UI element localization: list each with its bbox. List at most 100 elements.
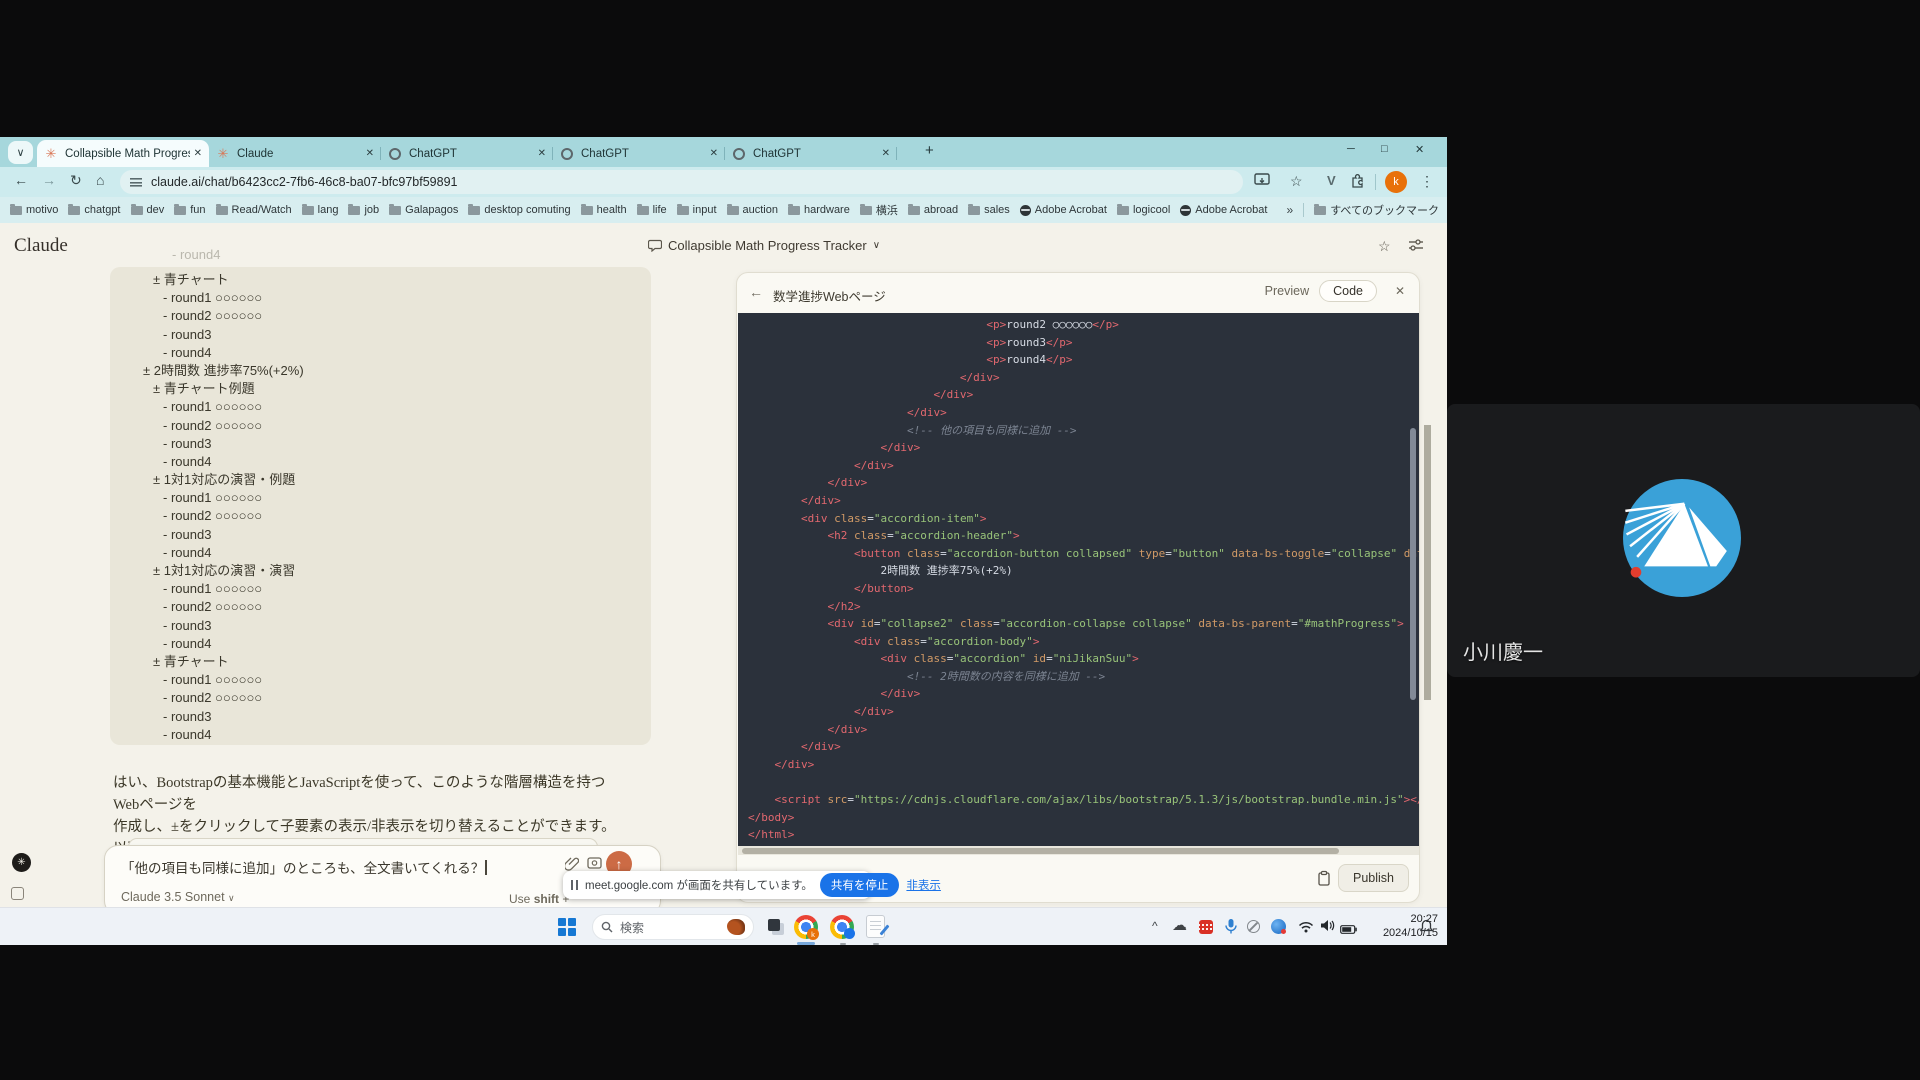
bookmark-item[interactable]: Adobe Acrobat xyxy=(1020,204,1107,216)
microphone-icon[interactable] xyxy=(1224,918,1238,940)
tab-close-icon[interactable]: ✕ xyxy=(366,148,374,159)
bookmark-item[interactable]: Adobe Acrobat xyxy=(1180,204,1267,216)
tab-preview[interactable]: Preview xyxy=(1255,280,1319,302)
claude-logo[interactable]: Claude xyxy=(14,235,68,257)
bookmark-item[interactable]: job xyxy=(348,204,379,216)
bookmark-item[interactable]: hardware xyxy=(788,204,850,216)
window-close-button[interactable]: ✕ xyxy=(1415,143,1424,156)
forward-button[interactable]: → xyxy=(42,172,56,188)
claude-spark-icon: ✳ xyxy=(218,147,229,161)
chat-title-dropdown[interactable]: Collapsible Math Progress Tracker ∨ xyxy=(648,238,880,253)
bookmark-item[interactable]: sales xyxy=(968,204,1010,216)
home-button[interactable]: ⌂ xyxy=(96,172,104,188)
bookmark-item[interactable]: Galapagos xyxy=(389,204,458,216)
tray-red-app-icon[interactable] xyxy=(1199,920,1213,934)
chrome-secondary-icon[interactable] xyxy=(830,915,854,939)
bookmark-item[interactable]: fun xyxy=(174,204,205,216)
kebab-menu-icon[interactable]: ⋮ xyxy=(1420,173,1434,190)
page-scrollbar[interactable] xyxy=(1424,425,1431,700)
claude-app-icon[interactable]: ✳ xyxy=(12,853,31,872)
tab-list: ✳Collapsible Math Progress Track✕✳Claude… xyxy=(37,140,897,167)
bookmark-item[interactable]: logicool xyxy=(1117,204,1170,216)
browser-tab[interactable]: ✳Collapsible Math Progress Track✕ xyxy=(37,140,209,167)
bookmark-star-icon[interactable]: ☆ xyxy=(1290,173,1303,190)
site-settings-icon[interactable] xyxy=(130,177,142,187)
bookmarks-overflow-icon[interactable]: » xyxy=(1287,203,1294,217)
browser-tab[interactable]: ChatGPT✕ xyxy=(553,140,725,167)
bookmark-item[interactable]: abroad xyxy=(908,204,958,216)
browser-tab[interactable]: ✳Claude✕ xyxy=(209,140,381,167)
start-button[interactable] xyxy=(558,918,576,936)
code-horizontal-scrollbar[interactable] xyxy=(738,846,1419,855)
folder-icon xyxy=(677,206,689,215)
browser-tab[interactable]: ChatGPT✕ xyxy=(725,140,897,167)
all-bookmarks-button[interactable]: すべてのブックマーク xyxy=(1314,202,1439,218)
tree-line: - round2 ○○○○○○ xyxy=(110,507,651,525)
publish-button[interactable]: Publish xyxy=(1338,864,1409,892)
bookmark-item[interactable]: auction xyxy=(727,204,778,216)
copy-icon[interactable] xyxy=(1317,870,1331,891)
tab-search-button[interactable]: ∨ xyxy=(8,141,33,164)
chrome-taskbar-icon[interactable]: k xyxy=(794,915,818,939)
wifi-icon[interactable] xyxy=(1298,920,1314,938)
code-line: </div> xyxy=(748,492,1419,510)
bookmark-item[interactable]: Read/Watch xyxy=(216,204,292,216)
bookmark-item[interactable]: input xyxy=(677,204,717,216)
keyboard-shortcut-icon[interactable] xyxy=(11,887,24,900)
tab-close-icon[interactable]: ✕ xyxy=(538,148,546,159)
tab-close-icon[interactable]: ✕ xyxy=(194,148,202,159)
code-vertical-scrollbar[interactable] xyxy=(1410,428,1416,700)
google-meet-stage: ∨ ✳Collapsible Math Progress Track✕✳Clau… xyxy=(0,0,1920,1080)
code-line: 2時間数 進捗率75%(+2%) xyxy=(748,562,1419,580)
speaker-icon[interactable] xyxy=(1320,919,1335,937)
bookmark-item[interactable]: motivo xyxy=(10,204,58,216)
new-tab-button[interactable]: + xyxy=(925,142,934,159)
window-maximize-button[interactable]: □ xyxy=(1381,143,1388,155)
scrollbar-thumb[interactable] xyxy=(742,848,1339,854)
search-icon xyxy=(601,921,613,933)
tree-line: - round3 xyxy=(110,708,651,726)
taskbar-search[interactable]: 検索 xyxy=(592,914,754,940)
tray-disabled-icon[interactable] xyxy=(1247,920,1260,933)
artifact-back-icon[interactable]: ← xyxy=(749,284,763,300)
pause-icon[interactable] xyxy=(571,880,578,890)
star-chat-icon[interactable]: ☆ xyxy=(1378,238,1391,255)
stop-sharing-button[interactable]: 共有を停止 xyxy=(820,873,900,897)
bookmark-item[interactable]: desktop comuting xyxy=(468,204,570,216)
sliders-icon[interactable] xyxy=(1408,238,1424,257)
notepad-taskbar-icon[interactable] xyxy=(866,915,885,938)
bookmark-item[interactable]: life xyxy=(637,204,667,216)
url-bar[interactable]: claude.ai/chat/b6423cc2-7fb6-46c8-ba07-b… xyxy=(120,170,1243,194)
browser-tab[interactable]: ChatGPT✕ xyxy=(381,140,553,167)
tab-code[interactable]: Code xyxy=(1319,280,1377,302)
extensions-puzzle-icon[interactable] xyxy=(1350,173,1365,193)
task-view-button[interactable] xyxy=(768,919,785,936)
profile-avatar[interactable]: k xyxy=(1385,171,1407,193)
bookmark-item[interactable]: dev xyxy=(131,204,165,216)
window-minimize-button[interactable]: ─ xyxy=(1347,143,1355,155)
code-editor[interactable]: <p>round2 ○○○○○○</p> <p>round3</p> <p>ro… xyxy=(738,313,1419,846)
code-line: <div class="accordion-body"> xyxy=(748,633,1419,651)
onedrive-cloud-icon[interactable]: ☁ xyxy=(1172,916,1187,934)
bookmark-label: motivo xyxy=(26,204,58,216)
tree-line: ± 青チャート xyxy=(110,653,651,671)
notification-bell-icon[interactable] xyxy=(1420,919,1433,939)
bookmark-item[interactable]: health xyxy=(581,204,627,216)
battery-icon[interactable] xyxy=(1340,921,1357,939)
composer-input[interactable]: 「他の項目も同様に追加」のところも、全文書いてくれる？ xyxy=(121,857,487,877)
tray-app-sphere-icon[interactable] xyxy=(1271,919,1286,934)
hide-notification-link[interactable]: 非表示 xyxy=(906,877,941,893)
participant-avatar xyxy=(1623,479,1741,597)
cast-icon[interactable] xyxy=(1254,173,1270,192)
bookmark-item[interactable]: lang xyxy=(302,204,339,216)
tab-close-icon[interactable]: ✕ xyxy=(710,148,718,159)
model-selector[interactable]: Claude 3.5 Sonnet ∨ xyxy=(121,890,235,904)
bookmark-item[interactable]: 横浜 xyxy=(860,202,898,218)
tray-chevron-up-icon[interactable]: ^ xyxy=(1152,919,1158,933)
reload-button[interactable]: ↻ xyxy=(70,172,82,189)
tab-close-icon[interactable]: ✕ xyxy=(882,148,890,159)
bookmark-item[interactable]: chatgpt xyxy=(68,204,120,216)
artifact-close-icon[interactable]: ✕ xyxy=(1395,284,1405,298)
back-button[interactable]: ← xyxy=(14,172,28,188)
v-extension-icon[interactable]: V xyxy=(1327,173,1336,188)
